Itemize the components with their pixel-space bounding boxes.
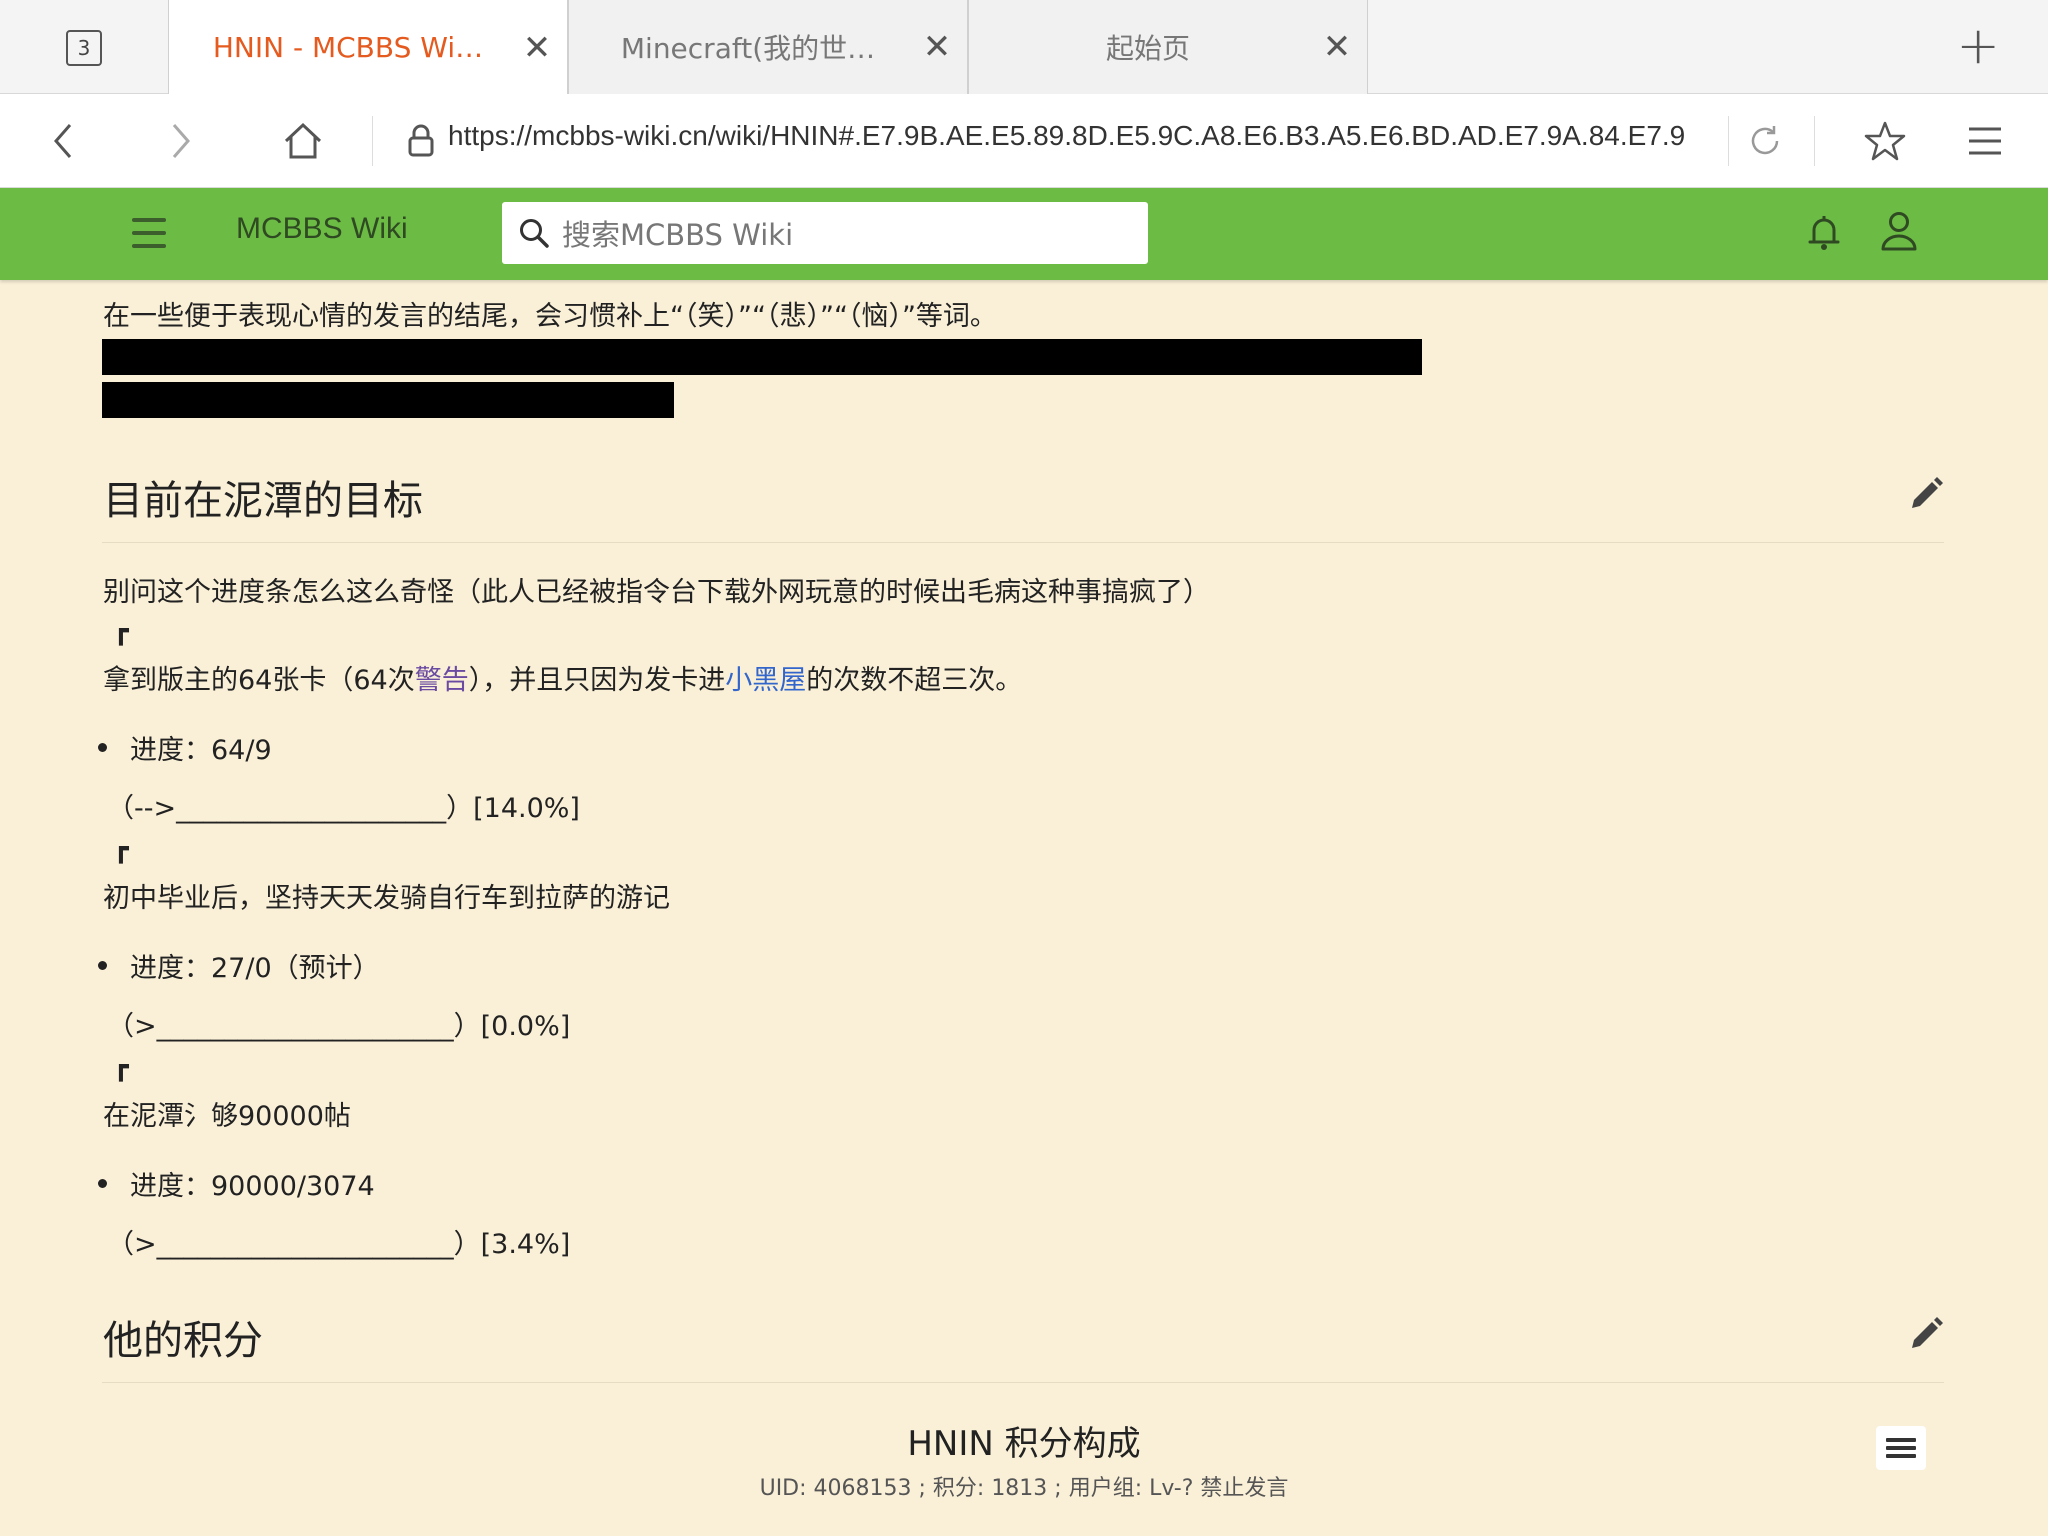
divider [372,116,373,166]
progress-label: 进度：90000/3074 [130,1171,375,1202]
forward-button[interactable] [156,116,206,166]
tab-title: Minecraft(我的世… [620,32,876,65]
wiki-header: MCBBS Wiki 搜索MCBBS Wiki [0,188,2048,280]
search-icon [520,219,549,248]
close-icon[interactable]: ✕ [1307,30,1367,64]
goal-text: 拿到版主的64张卡（64次 [103,665,415,696]
hamburger-menu-icon[interactable] [132,218,166,248]
goal-text: ），并且只因为发卡进 [468,665,726,696]
points-table-subtitle: UID: 4068153 ; 积分: 1813 ; 用户组: Lv-? 禁止发言 [759,1476,1289,1501]
star-icon [1864,121,1906,161]
tab-bar: 3 HNIN - MCBBS Wi… ✕ Minecraft(我的世… ✕ 起始… [0,0,2048,95]
tab-count-button[interactable]: 3 [66,30,102,66]
divider [1728,116,1729,166]
address-bar: https://mcbbs-wiki.cn/wiki/HNIN#.E7.9B.A… [0,94,2048,188]
goal-text: 的次数不超三次。 [806,665,1023,696]
search-placeholder: 搜索MCBBS Wiki [562,218,794,252]
tab-title: 起始页 [1105,32,1190,65]
url-field[interactable]: https://mcbbs-wiki.cn/wiki/HNIN#.E7.9B.A… [448,120,1704,152]
home-button[interactable] [278,116,328,166]
reload-icon [1751,126,1779,155]
chevron-left-icon [54,124,72,158]
tab-hnin[interactable]: HNIN - MCBBS Wi… ✕ [168,0,568,95]
warning-link[interactable]: 警告 [415,665,469,696]
progress-bar-text: （>______________________）[0.0%] [107,1011,571,1042]
blackroom-link[interactable]: 小黑屋 [725,665,806,696]
table-menu-button[interactable] [1876,1426,1926,1470]
article-content: 在一些便于表现心情的发言的结尾，会习惯补上“（笑）”“（悲）”“（恼）”等词。 … [0,280,2048,1536]
intro-text: 在一些便于表现心情的发言的结尾，会习惯补上“（笑）”“（悲）”“（恼）”等词。 [103,301,997,332]
goal-title: 在泥潭氵够90000帖 [103,1101,351,1132]
search-input[interactable]: 搜索MCBBS Wiki [502,202,1148,264]
reload-button[interactable] [1740,116,1790,166]
new-tab-button[interactable]: + [1956,20,2000,72]
tab-title: HNIN - MCBBS Wi… [212,31,484,64]
menu-icon [1969,127,2001,155]
lock-icon [408,124,434,157]
close-icon[interactable]: ✕ [507,31,567,65]
divider [102,1382,1944,1383]
bell-icon[interactable] [1806,212,1842,252]
chevron-right-icon [172,124,190,158]
back-button[interactable] [38,116,88,166]
edit-pencil-icon[interactable] [1908,476,1944,512]
redacted-block [102,339,1422,375]
tab-minecraft[interactable]: Minecraft(我的世… ✕ [568,0,968,94]
points-table-title: HNIN 积分构成 [907,1424,1141,1464]
progress-note: 别问这个进度条怎么这么奇怪（此人已经被指令台下载外网玩意的时候出毛病这种事搞疯了… [103,577,1210,608]
bullet [98,743,107,752]
divider [102,542,1944,543]
corner-mark: ┏ [113,834,129,864]
home-icon [284,122,322,159]
user-icon[interactable] [1880,210,1918,252]
bullet [98,961,107,970]
corner-mark: ┏ [113,1052,129,1082]
section-heading-goals: 目前在泥潭的目标 [103,479,423,523]
bookmark-button[interactable] [1860,116,1910,166]
progress-label: 进度：27/0（预计） [130,953,380,984]
close-icon[interactable]: ✕ [907,30,967,64]
divider [1814,116,1815,166]
browser-menu-button[interactable] [1960,116,2010,166]
progress-bar-text: （-->____________________）[14.0%] [107,793,580,824]
section-heading-points: 他的积分 [103,1319,263,1363]
tab-start-page[interactable]: 起始页 ✕ [968,0,1368,94]
edit-pencil-icon[interactable] [1908,1316,1944,1352]
progress-bar-text: （>______________________）[3.4%] [107,1229,571,1260]
goal-title: 初中毕业后，坚持天天发骑自行车到拉萨的游记 [103,883,670,914]
goal-title: 拿到版主的64张卡（64次警告），并且只因为发卡进小黑屋的次数不超三次。 [103,658,1022,697]
wiki-brand-link[interactable]: MCBBS Wiki [236,212,408,246]
corner-mark: ┏ [113,616,129,646]
progress-label: 进度：64/9 [130,735,272,766]
redacted-block [102,382,674,418]
bullet [98,1179,107,1188]
